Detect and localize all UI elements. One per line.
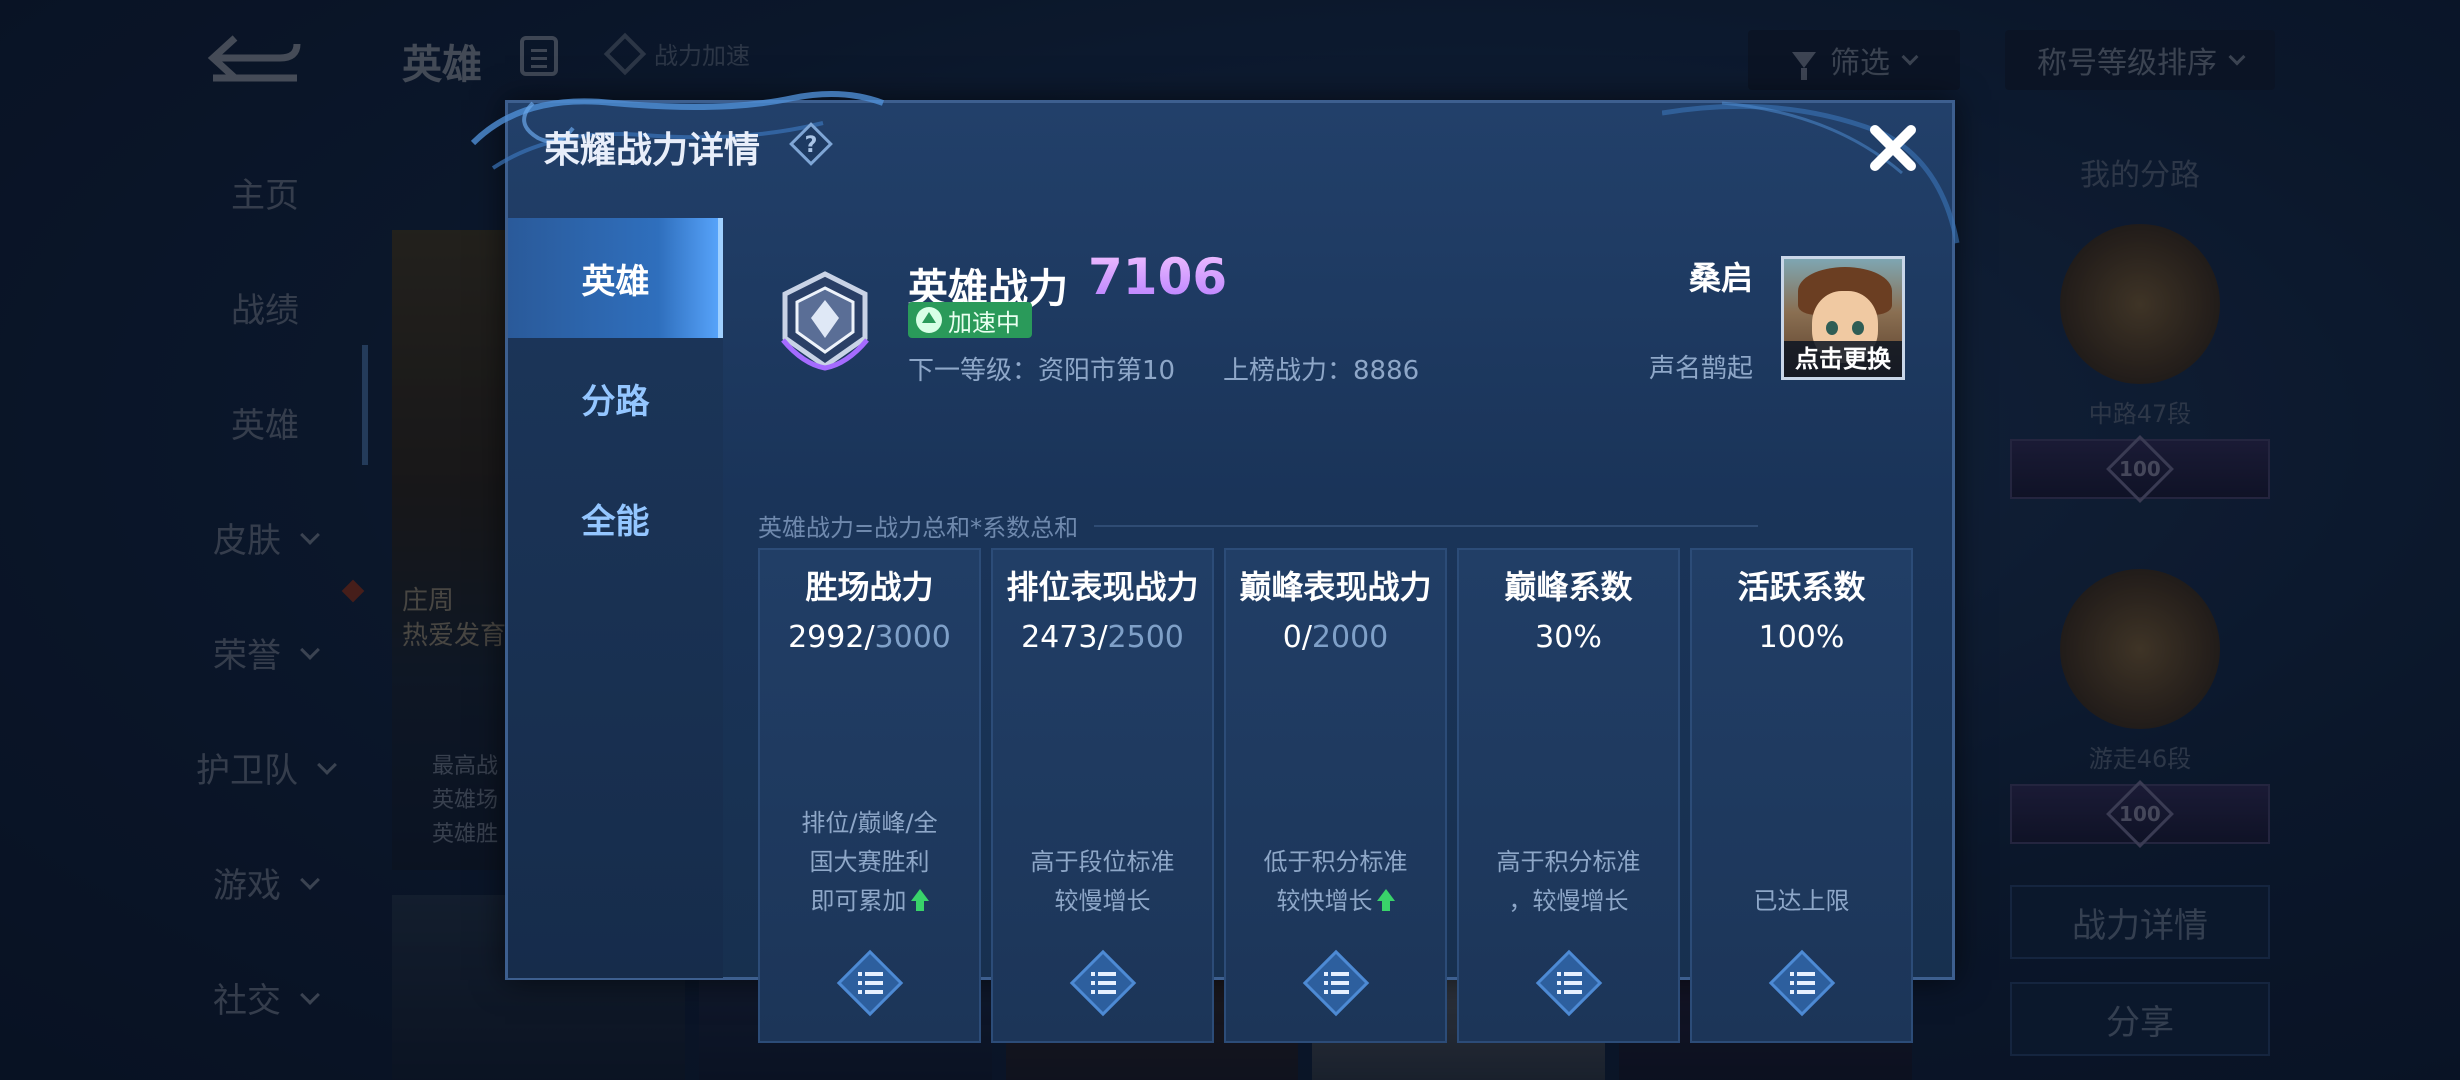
hero-power-value: 7106 (1088, 248, 1228, 306)
stat-desc: 排位/巅峰/全 国大赛胜利 即可累加 (774, 804, 965, 921)
list-icon[interactable] (834, 947, 906, 1019)
stat-title: 活跃系数 (1737, 568, 1866, 606)
stat-desc: 高于积分标准 ，较慢增长 (1473, 843, 1664, 921)
dialog-content: 英雄战力 7106 加速中 下一等级：资阳市第10 上榜战力：8886 桑启 声… (723, 218, 1952, 1043)
stat-desc-line: 即可累加 (810, 887, 907, 915)
tab-hero[interactable]: 英雄 (508, 218, 723, 338)
stat-desc-line: 较慢增长 (1054, 887, 1151, 915)
stat-desc-line: 低于积分标准 (1263, 848, 1408, 876)
stat-desc-line: 较快增长 (1276, 887, 1373, 915)
list-icon[interactable] (1300, 947, 1372, 1019)
stat-desc-line: 高于积分标准 (1496, 848, 1641, 876)
stat-current: 2473 (1021, 620, 1098, 655)
stat-current: 2992 (788, 620, 865, 655)
dialog-tabs: 英雄 分路 全能 (508, 218, 723, 978)
stat-desc-line: 排位/巅峰/全 (801, 809, 938, 837)
stat-title: 排位表现战力 (1006, 568, 1199, 606)
player-name: 桑启 (1688, 259, 1753, 297)
help-icon[interactable]: ? (788, 121, 834, 167)
change-avatar-caption: 点击更换 (1784, 341, 1902, 377)
power-detail-dialog: 荣耀战力详情 ? 英雄 分路 全能 英雄战力 7106 加速中 下一等级：资阳市… (470, 91, 1960, 1043)
stat-current: 0 (1282, 620, 1302, 655)
stat-value: 0/2000 (1282, 620, 1389, 655)
boost-status-label: 加速中 (948, 308, 1020, 337)
boost-up-icon (916, 307, 942, 333)
avatar[interactable]: 点击更换 (1781, 256, 1905, 380)
power-badge-icon (781, 271, 869, 371)
divider (1094, 524, 1758, 527)
avatar-eye (1852, 321, 1864, 335)
player-title: 声名鹊起 (1648, 354, 1753, 384)
stat-card-win-power: 胜场战力 2992/3000 排位/巅峰/全 国大赛胜利 即可累加 (758, 548, 981, 1043)
stat-value: 2992/3000 (788, 620, 951, 655)
list-icon[interactable] (1766, 947, 1838, 1019)
list-icon[interactable] (1067, 947, 1139, 1019)
close-icon[interactable] (1863, 118, 1923, 178)
stat-title: 巅峰表现战力 (1239, 568, 1432, 606)
boost-status-badge: 加速中 (908, 302, 1032, 338)
svg-text:?: ? (805, 133, 818, 158)
list-icon[interactable] (1533, 947, 1605, 1019)
stat-card-ranked-power: 排位表现战力 2473/2500 高于段位标准 较慢增长 (991, 548, 1214, 1043)
avatar-eye (1826, 321, 1838, 335)
stat-max: 2000 (1311, 620, 1389, 655)
stat-desc-line: 已达上限 (1753, 887, 1850, 915)
stat-max: 3000 (874, 620, 951, 655)
stat-max: 2500 (1107, 620, 1184, 655)
stat-desc-line: 高于段位标准 (1030, 848, 1175, 876)
stat-card-activity-coefficient: 活跃系数 100% 已达上限 (1690, 548, 1913, 1043)
stat-card-peak-coefficient: 巅峰系数 30% 高于积分标准 ，较慢增长 (1457, 548, 1680, 1043)
up-arrow-icon (1376, 889, 1395, 911)
stat-title: 巅峰系数 (1504, 568, 1633, 606)
stat-cards: 胜场战力 2992/3000 排位/巅峰/全 国大赛胜利 即可累加 排位表现战力… (758, 548, 1913, 1043)
next-level-text: 下一等级：资阳市第10 (908, 356, 1176, 386)
stat-desc: 低于积分标准 较快增长 (1240, 843, 1431, 921)
stat-desc: 高于段位标准 较慢增长 (1007, 843, 1198, 921)
tab-allround[interactable]: 全能 (508, 458, 723, 578)
up-arrow-icon (910, 889, 929, 911)
stat-value: 30% (1535, 620, 1602, 655)
stat-value: 100% (1758, 620, 1845, 655)
dialog-title: 荣耀战力详情 (544, 130, 761, 171)
power-formula: 英雄战力=战力总和*系数总和 (758, 508, 1758, 543)
stat-desc-line: 国大赛胜利 (809, 848, 930, 876)
stat-card-peak-power: 巅峰表现战力 0/2000 低于积分标准 较快增长 (1224, 548, 1447, 1043)
stat-desc-line: ，较慢增长 (1508, 887, 1629, 915)
stat-value: 2473/2500 (1021, 620, 1184, 655)
power-formula-text: 英雄战力=战力总和*系数总和 (758, 514, 1079, 542)
stat-title: 胜场战力 (805, 568, 934, 606)
tab-lane[interactable]: 分路 (508, 338, 723, 458)
stat-desc: 已达上限 (1706, 882, 1897, 921)
rank-power-text: 上榜战力：8886 (1223, 356, 1420, 386)
